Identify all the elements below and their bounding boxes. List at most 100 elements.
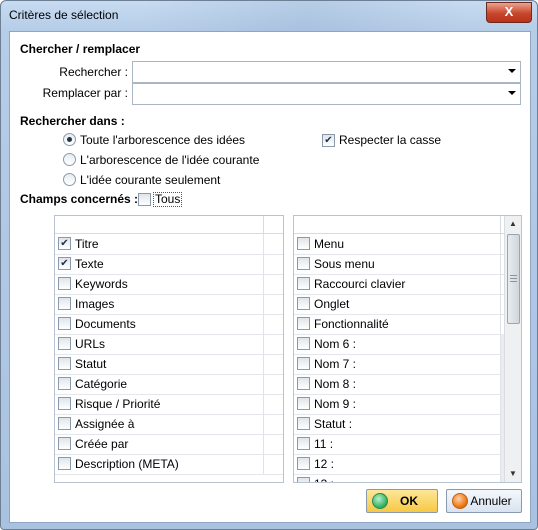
select-all-checkbox[interactable] (138, 193, 151, 206)
scrollbar-thumb[interactable] (507, 234, 520, 324)
list-item-checkbox[interactable] (58, 277, 71, 290)
list-item-checkbox[interactable] (297, 237, 310, 250)
list-item[interactable]: Menu (294, 234, 504, 255)
list-item[interactable]: Nom 7 : (294, 354, 504, 375)
list-item-checkbox[interactable] (297, 317, 310, 330)
ok-label: OK (400, 494, 418, 508)
value-cell (501, 414, 504, 434)
close-icon: X (504, 4, 514, 19)
match-case-label[interactable]: Respecter la casse (339, 133, 441, 147)
list-item-checkbox[interactable] (58, 337, 71, 350)
column-separator (263, 354, 264, 374)
radio-whole-tree[interactable] (63, 133, 76, 146)
list-item-checkbox[interactable] (58, 397, 71, 410)
list-item-checkbox[interactable] (297, 457, 310, 470)
list-item-checkbox[interactable] (297, 297, 310, 310)
column-separator (263, 394, 264, 414)
match-case-checkbox[interactable]: ✔ (322, 134, 335, 147)
list-item-checkbox[interactable] (297, 257, 310, 270)
column-separator (500, 414, 501, 434)
find-combobox[interactable] (132, 61, 521, 83)
column-separator (500, 294, 501, 314)
scroll-down-icon[interactable]: ▼ (505, 466, 521, 482)
list-item-label: Menu (314, 237, 345, 251)
ok-button[interactable]: OK (366, 489, 438, 513)
list-item[interactable]: Sous menu (294, 254, 504, 275)
list-item[interactable]: Catégorie (55, 374, 283, 395)
list-item-label: Onglet (314, 297, 350, 311)
list-item-checkbox[interactable] (58, 457, 71, 470)
select-all-label[interactable]: Tous (153, 192, 183, 207)
list-item-checkbox[interactable] (297, 277, 310, 290)
dropdown-arrow-icon[interactable] (508, 91, 516, 95)
list-item-checkbox[interactable]: ✔ (58, 257, 71, 270)
list-item-checkbox[interactable] (58, 377, 71, 390)
list-item[interactable]: URLs (55, 334, 283, 355)
title-bar[interactable]: Critères de sélection X (1, 1, 537, 31)
column-separator (263, 234, 264, 254)
list-item-label: Texte (75, 257, 104, 271)
list-item[interactable]: Keywords (55, 274, 283, 295)
list-item-checkbox[interactable] (297, 337, 310, 350)
radio-current-idea[interactable] (63, 173, 76, 186)
list-item-checkbox[interactable] (58, 317, 71, 330)
list-item-checkbox[interactable]: ✔ (58, 237, 71, 250)
vertical-scrollbar[interactable]: ▲ ▼ (504, 216, 521, 482)
list-item-label: Nom 9 : (314, 397, 357, 411)
value-cell (501, 474, 504, 482)
list-item[interactable]: Images (55, 294, 283, 315)
radio-current-idea-label[interactable]: L'idée courante seulement (80, 173, 220, 187)
list-item[interactable]: ✔ Titre (55, 234, 283, 255)
list-item[interactable]: Nom 6 : (294, 334, 504, 355)
list-item[interactable]: 11 : (294, 434, 504, 455)
list-item-checkbox[interactable] (297, 437, 310, 450)
grip-line (510, 278, 517, 279)
list-item[interactable]: Risque / Priorité (55, 394, 283, 415)
list-item-label: Nom 8 : (314, 377, 357, 391)
list-item[interactable]: Fonctionnalité (294, 314, 504, 335)
list-item[interactable]: Statut : (294, 414, 504, 435)
list-item-checkbox[interactable] (297, 397, 310, 410)
list-item-checkbox[interactable] (297, 417, 310, 430)
search-section-title: Chercher / remplacer (20, 42, 141, 56)
fields-section-title: Champs concernés : (20, 192, 139, 206)
close-button[interactable]: X (486, 2, 532, 23)
column-separator (263, 334, 264, 354)
list-item[interactable]: 13 : (294, 474, 504, 482)
column-separator (263, 294, 264, 314)
radio-current-tree-label[interactable]: L'arborescence de l'idée courante (80, 153, 259, 167)
list-item-checkbox[interactable] (58, 437, 71, 450)
replace-combobox[interactable] (132, 83, 521, 105)
list-item[interactable]: Nom 8 : (294, 374, 504, 395)
scroll-up-icon[interactable]: ▲ (505, 216, 521, 232)
list-item-checkbox[interactable] (58, 357, 71, 370)
column-separator (500, 254, 501, 274)
radio-whole-tree-label[interactable]: Toute l'arborescence des idées (80, 133, 245, 147)
list-item-checkbox[interactable] (297, 357, 310, 370)
list-item[interactable]: Documents (55, 314, 283, 335)
list-item[interactable]: Raccourci clavier (294, 274, 504, 295)
list-item[interactable]: Description (META) (55, 454, 283, 475)
column-separator (263, 414, 264, 434)
list-item[interactable]: Créée par (55, 434, 283, 455)
list-item-checkbox[interactable] (297, 477, 310, 482)
list-item[interactable]: Onglet (294, 294, 504, 315)
list-item-label: Créée par (75, 437, 129, 451)
list-item-checkbox[interactable] (58, 417, 71, 430)
list-item-checkbox[interactable] (58, 297, 71, 310)
cancel-button[interactable]: Annuler (446, 489, 522, 513)
dropdown-arrow-icon[interactable] (508, 69, 516, 73)
list-item-checkbox[interactable] (297, 377, 310, 390)
left-list-header (55, 216, 283, 234)
fields-right-list[interactable]: ▲ ▼ Menu Sous menu Raccourci clavier Onglet… (293, 215, 522, 483)
list-item[interactable]: ✔ Texte (55, 254, 283, 275)
dialog-content: Chercher / remplacer Rechercher : Rempla… (9, 31, 531, 523)
list-item[interactable]: 12 : (294, 454, 504, 475)
list-item[interactable]: Nom 9 : (294, 394, 504, 415)
list-item[interactable]: Assignée à (55, 414, 283, 435)
radio-current-tree[interactable] (63, 153, 76, 166)
list-item-label: Assignée à (75, 417, 135, 431)
list-item-label: 12 : (314, 457, 335, 471)
fields-left-list[interactable]: ✔ Titre ✔ Texte Keywords Images Documents URLs S… (54, 215, 284, 483)
list-item[interactable]: Statut (55, 354, 283, 375)
